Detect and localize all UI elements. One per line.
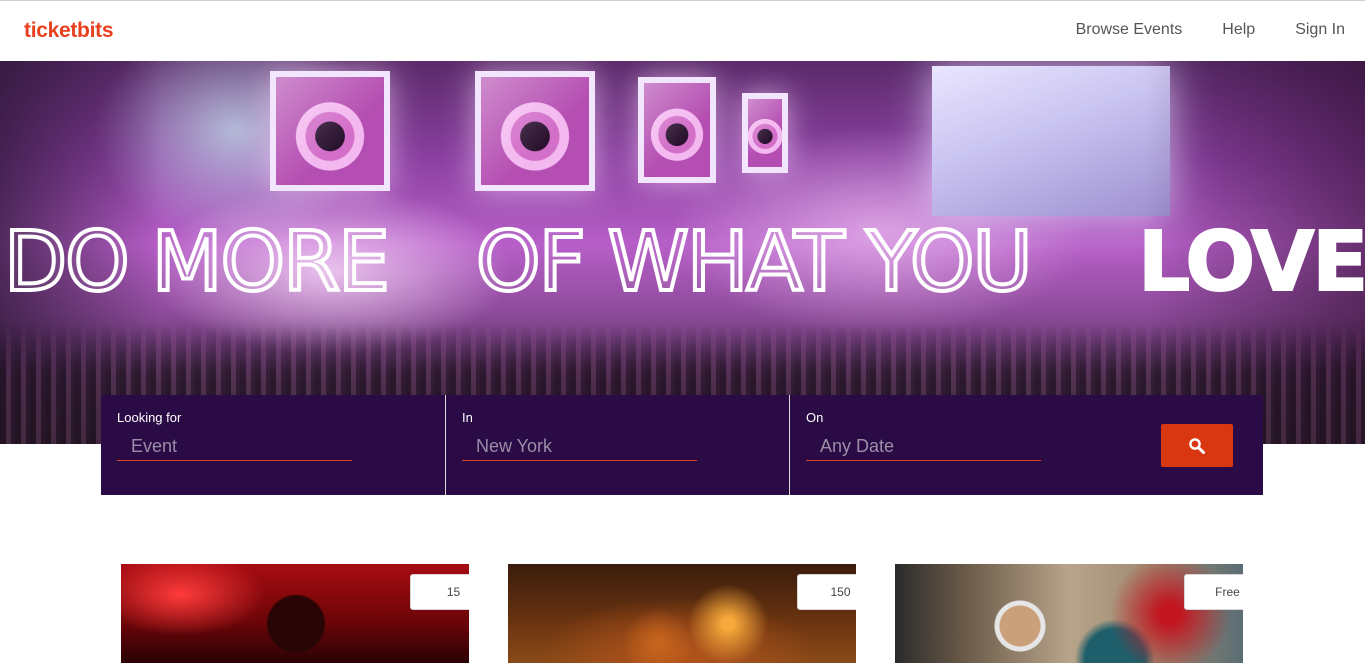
nav-help-link[interactable]: Help — [1222, 21, 1255, 39]
nav-browse-events-link[interactable]: Browse Events — [1076, 21, 1183, 39]
hero-banner: DO MORE OF WHAT YOU LOVE — [0, 61, 1365, 444]
stage-screen-3 — [638, 77, 716, 183]
stage-screen-2 — [475, 71, 595, 191]
location-label: In — [462, 410, 473, 425]
stage-video-screen — [932, 66, 1170, 216]
stage-screen-4 — [742, 93, 788, 173]
event-card-nightclub[interactable]: 15 — [121, 564, 469, 663]
event-search-bar: Looking for In On — [101, 395, 1263, 495]
date-field-group: On — [789, 395, 1133, 495]
event-card-brunch[interactable]: Free — [895, 564, 1243, 663]
headline-word-of-what-you: OF WHAT YOU — [474, 213, 1035, 312]
headline-word-do-more: DO MORE — [2, 213, 392, 312]
looking-for-field-group: Looking for — [101, 395, 445, 495]
search-icon — [1189, 437, 1205, 454]
stage-screen-1 — [270, 71, 390, 191]
location-input[interactable] — [462, 433, 697, 461]
price-badge: 150 — [797, 574, 856, 610]
nav-sign-in-link[interactable]: Sign In — [1295, 21, 1345, 39]
hero-headline: DO MORE OF WHAT YOU LOVE — [0, 213, 1365, 313]
main-nav: Browse Events Help Sign In — [1076, 21, 1345, 39]
event-input[interactable] — [117, 433, 352, 461]
date-label: On — [806, 410, 824, 425]
search-button[interactable] — [1161, 424, 1233, 467]
price-badge: 15 — [410, 574, 469, 610]
headline-word-love: LOVE — [1137, 214, 1365, 311]
looking-for-label: Looking for — [117, 410, 182, 425]
brand-logo[interactable]: ticketbits — [24, 19, 114, 43]
location-field-group: In — [445, 395, 789, 495]
date-input[interactable] — [806, 433, 1041, 461]
price-badge: Free — [1184, 574, 1243, 610]
top-navigation-bar: ticketbits Browse Events Help Sign In — [0, 0, 1365, 61]
event-card-fireworks[interactable]: 150 — [508, 564, 856, 663]
